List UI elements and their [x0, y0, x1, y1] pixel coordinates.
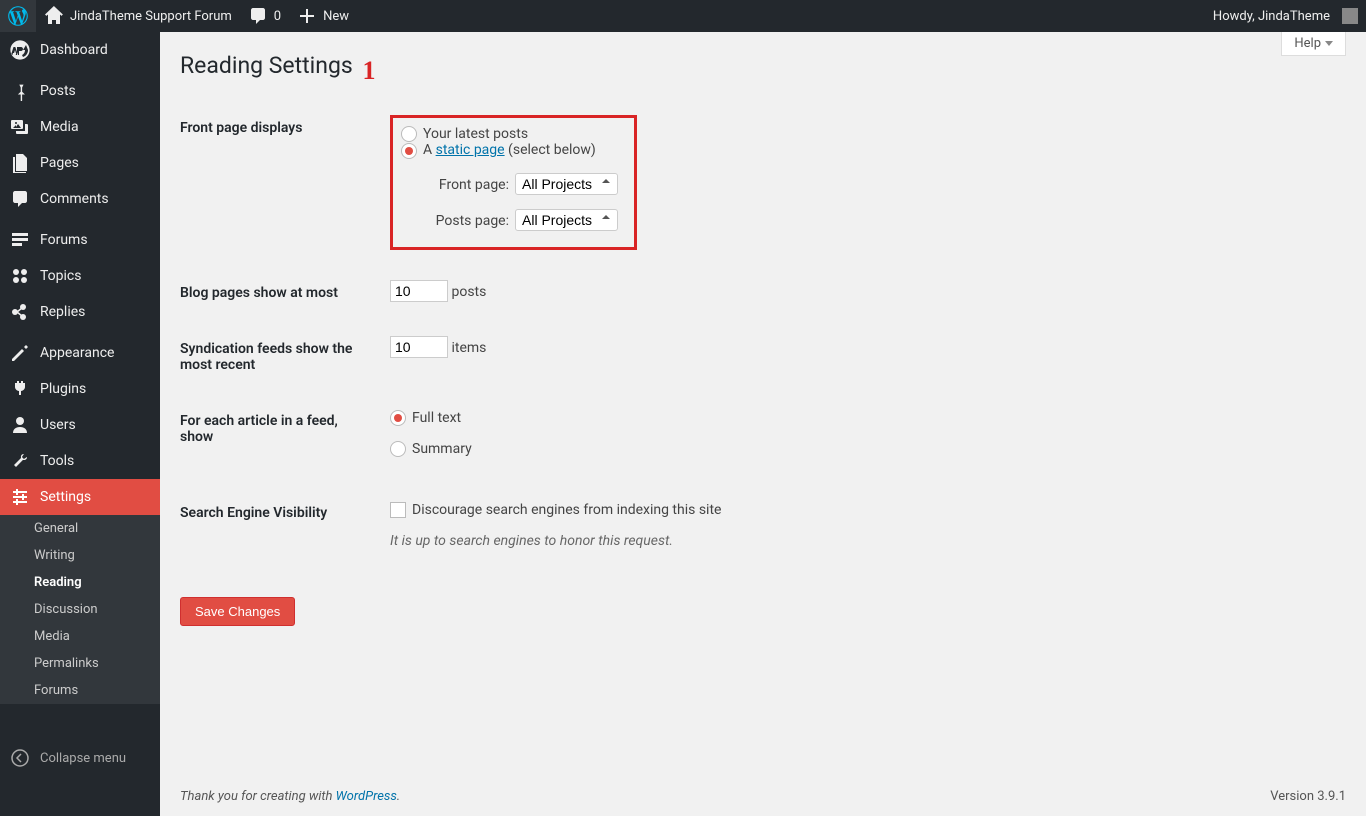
- radio-latest-posts-input[interactable]: [401, 126, 417, 142]
- sidebar-item-users[interactable]: Users: [0, 407, 160, 443]
- new-content-menu[interactable]: New: [289, 0, 357, 32]
- posts-page-select[interactable]: All Projects: [515, 209, 618, 231]
- settings-icon: [10, 487, 30, 507]
- annotation-marker: 1: [362, 56, 375, 85]
- help-tab[interactable]: Help: [1281, 32, 1346, 56]
- sidebar-item-media[interactable]: Media: [0, 109, 160, 145]
- syndication-label: Syndication feeds show the most recent: [180, 321, 380, 393]
- sub-item-forums[interactable]: Forums: [0, 677, 160, 704]
- syndication-input[interactable]: [390, 336, 448, 358]
- radio-static-page-input[interactable]: [401, 143, 417, 159]
- comments-menu[interactable]: 0: [240, 0, 289, 32]
- sidebar-item-plugins[interactable]: Plugins: [0, 371, 160, 407]
- discourage-checkbox-label[interactable]: Discourage search engines from indexing …: [390, 500, 1336, 521]
- footer: Thank you for creating with WordPress. V…: [160, 777, 1366, 816]
- sidebar-item-topics[interactable]: Topics: [0, 258, 160, 294]
- sidebar-item-settings[interactable]: Settings: [0, 479, 160, 515]
- sidebar-item-comments[interactable]: Comments: [0, 181, 160, 217]
- radio-latest-posts[interactable]: Your latest posts: [401, 126, 528, 142]
- sidebar-item-tools[interactable]: Tools: [0, 443, 160, 479]
- sub-item-permalinks[interactable]: Permalinks: [0, 650, 160, 677]
- page-title: Reading Settings 1: [180, 50, 1346, 80]
- sidebar-item-replies[interactable]: Replies: [0, 294, 160, 330]
- plugins-icon: [10, 379, 30, 399]
- posts-page-label: Posts page:: [423, 213, 509, 229]
- sidebar-item-appearance[interactable]: Appearance: [0, 335, 160, 371]
- save-button[interactable]: Save Changes: [180, 597, 295, 626]
- settings-submenu: General Writing Reading Discussion Media…: [0, 515, 160, 704]
- comments-icon: [10, 189, 30, 209]
- site-name: JindaTheme Support Forum: [70, 9, 232, 24]
- dashboard-icon: [10, 40, 30, 60]
- comment-bubble-icon: [248, 6, 268, 26]
- radio-full-text-input[interactable]: [390, 410, 406, 426]
- footer-version: Version 3.9.1: [1270, 789, 1346, 804]
- pages-icon: [10, 153, 30, 173]
- media-icon: [10, 117, 30, 137]
- sub-item-reading[interactable]: Reading: [0, 569, 160, 596]
- blog-pages-input[interactable]: [390, 280, 448, 302]
- appearance-icon: [10, 343, 30, 363]
- site-name-menu[interactable]: JindaTheme Support Forum: [36, 0, 240, 32]
- sub-item-writing[interactable]: Writing: [0, 542, 160, 569]
- radio-static-page[interactable]: A static page (select below): [401, 142, 596, 158]
- howdy-text: Howdy, JindaTheme: [1213, 9, 1330, 24]
- sidebar-item-posts[interactable]: Posts: [0, 73, 160, 109]
- forums-icon: [10, 230, 30, 250]
- my-account-menu[interactable]: Howdy, JindaTheme: [1205, 0, 1366, 32]
- chevron-down-icon: [1325, 41, 1333, 46]
- search-engine-description: It is up to search engines to honor this…: [390, 531, 1336, 552]
- front-page-displays-label: Front page displays: [180, 100, 380, 265]
- radio-summary[interactable]: Summary: [390, 441, 472, 457]
- feed-article-label: For each article in a feed, show: [180, 393, 380, 485]
- comment-count: 0: [274, 9, 281, 24]
- sub-item-general[interactable]: General: [0, 515, 160, 542]
- sidebar-item-dashboard[interactable]: Dashboard: [0, 32, 160, 68]
- radio-summary-input[interactable]: [390, 441, 406, 457]
- wordpress-link[interactable]: WordPress: [336, 789, 397, 804]
- collapse-menu[interactable]: Collapse menu: [0, 740, 160, 776]
- blog-pages-label: Blog pages show at most: [180, 265, 380, 321]
- footer-thanks: Thank you for creating with WordPress.: [180, 789, 400, 804]
- avatar-icon: [1342, 8, 1358, 24]
- static-page-link[interactable]: static page: [436, 142, 505, 158]
- front-page-label: Front page:: [423, 177, 509, 193]
- front-page-select[interactable]: All Projects: [515, 173, 618, 195]
- tools-icon: [10, 451, 30, 471]
- sub-item-discussion[interactable]: Discussion: [0, 596, 160, 623]
- home-icon: [44, 6, 64, 26]
- admin-sidebar: Dashboard Posts Media Pages Comments For…: [0, 32, 160, 816]
- new-label: New: [323, 9, 349, 24]
- sidebar-item-pages[interactable]: Pages: [0, 145, 160, 181]
- wordpress-logo-icon: [8, 6, 28, 26]
- sub-item-media[interactable]: Media: [0, 623, 160, 650]
- pin-icon: [10, 81, 30, 101]
- highlight-box: Your latest posts A static page (select …: [390, 115, 637, 250]
- collapse-icon: [10, 748, 30, 768]
- wp-logo-menu[interactable]: [0, 0, 36, 32]
- radio-full-text[interactable]: Full text: [390, 410, 461, 426]
- topics-icon: [10, 266, 30, 286]
- users-icon: [10, 415, 30, 435]
- plus-icon: [297, 6, 317, 26]
- discourage-checkbox[interactable]: [390, 502, 406, 518]
- sidebar-item-forums[interactable]: Forums: [0, 222, 160, 258]
- settings-form: Front page displays Your latest posts A …: [180, 100, 1346, 577]
- admin-toolbar: JindaTheme Support Forum 0 New Howdy, Ji…: [0, 0, 1366, 32]
- search-engine-label: Search Engine Visibility: [180, 485, 380, 577]
- replies-icon: [10, 302, 30, 322]
